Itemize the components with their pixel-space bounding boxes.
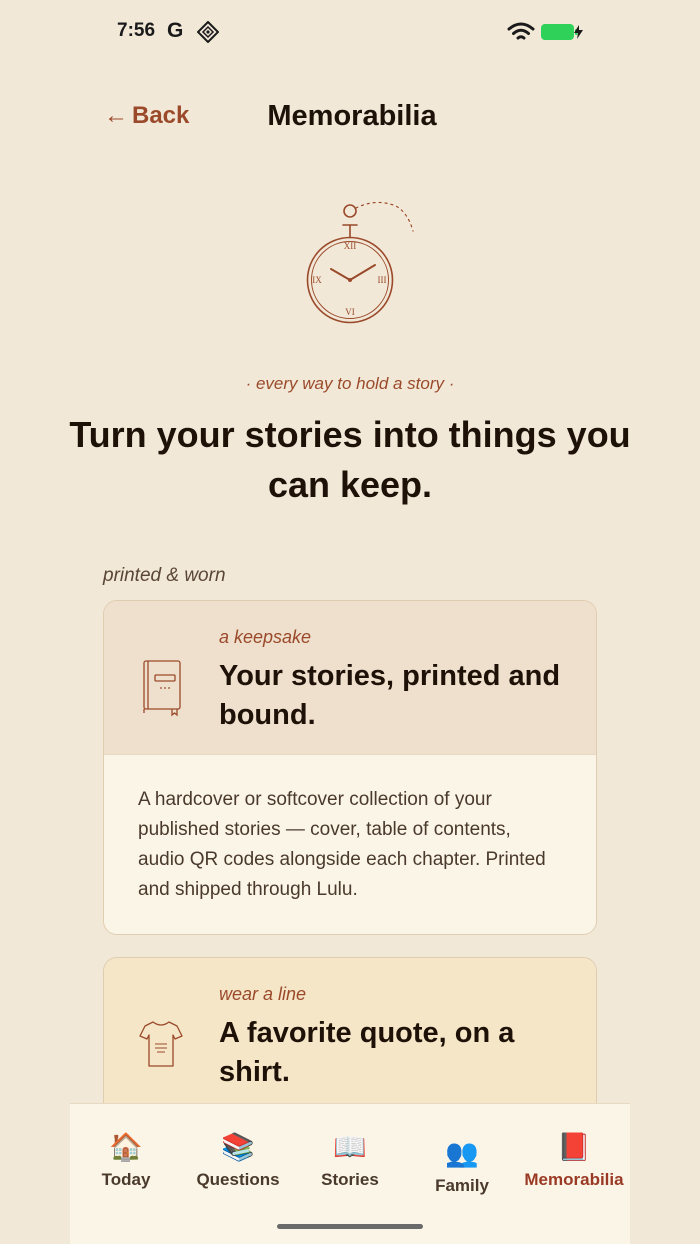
tab-questions[interactable]: 📚 Questions bbox=[182, 1130, 294, 1190]
pocket-watch-icon: XII III VI IX bbox=[306, 201, 414, 324]
hero-eyebrow: · every way to hold a story · bbox=[245, 374, 455, 393]
battery-icon bbox=[541, 24, 583, 40]
home-indicator[interactable] bbox=[277, 1224, 423, 1229]
tab-label: Today bbox=[101, 1170, 151, 1189]
open-book-icon: 📖 bbox=[333, 1132, 367, 1162]
svg-text:IX: IX bbox=[312, 275, 322, 285]
section-label: printed & worn bbox=[103, 565, 226, 586]
tab-label: Stories bbox=[321, 1170, 379, 1189]
card-title: A favorite quote, on a shirt. bbox=[219, 1017, 515, 1088]
tab-stories[interactable]: 📖 Stories bbox=[294, 1130, 406, 1190]
app-notification-icon bbox=[197, 21, 219, 43]
wifi-icon bbox=[507, 22, 535, 40]
home-icon: 🏠 bbox=[109, 1132, 143, 1162]
status-time: 7:56 bbox=[117, 20, 156, 41]
books-icon: 📚 bbox=[221, 1132, 255, 1162]
card-title: Your stories, printed and bound. bbox=[219, 660, 561, 731]
google-icon: G bbox=[167, 19, 184, 42]
tab-label: Questions bbox=[196, 1170, 280, 1189]
card-description: A hardcover or softcover collection of y… bbox=[104, 754, 596, 934]
page-title: Memorabilia bbox=[267, 100, 437, 132]
card-header: a keepsake Your stories, printed and bou… bbox=[104, 601, 596, 754]
svg-text:III: III bbox=[378, 275, 387, 285]
card-kicker: wear a line bbox=[219, 984, 307, 1004]
tshirt-icon bbox=[139, 1021, 183, 1067]
tab-label: Memorabilia bbox=[524, 1170, 624, 1189]
family-icon: 👥 bbox=[445, 1138, 479, 1168]
tab-memorabilia[interactable]: 📕 Memorabilia bbox=[518, 1130, 630, 1190]
tab-label: Family bbox=[435, 1176, 489, 1195]
card-kicker: a keepsake bbox=[219, 627, 312, 647]
card-printed-book[interactable]: a keepsake Your stories, printed and bou… bbox=[103, 600, 597, 935]
svg-text:XII: XII bbox=[344, 241, 357, 251]
tab-family[interactable]: 👥 Family bbox=[406, 1136, 518, 1196]
tab-today[interactable]: 🏠 Today bbox=[70, 1130, 182, 1190]
svg-text:VI: VI bbox=[345, 307, 355, 317]
hero-title: Turn your stories into things you can ke… bbox=[69, 414, 631, 505]
status-bar: 7:56 G bbox=[0, 0, 700, 64]
red-book-icon: 📕 bbox=[557, 1132, 591, 1162]
tab-bar: 🏠 Today 📚 Questions 📖 Stories 👥 Family 📕… bbox=[70, 1103, 630, 1244]
book-icon bbox=[143, 660, 181, 717]
header: ← Back Memorabilia bbox=[0, 96, 700, 140]
